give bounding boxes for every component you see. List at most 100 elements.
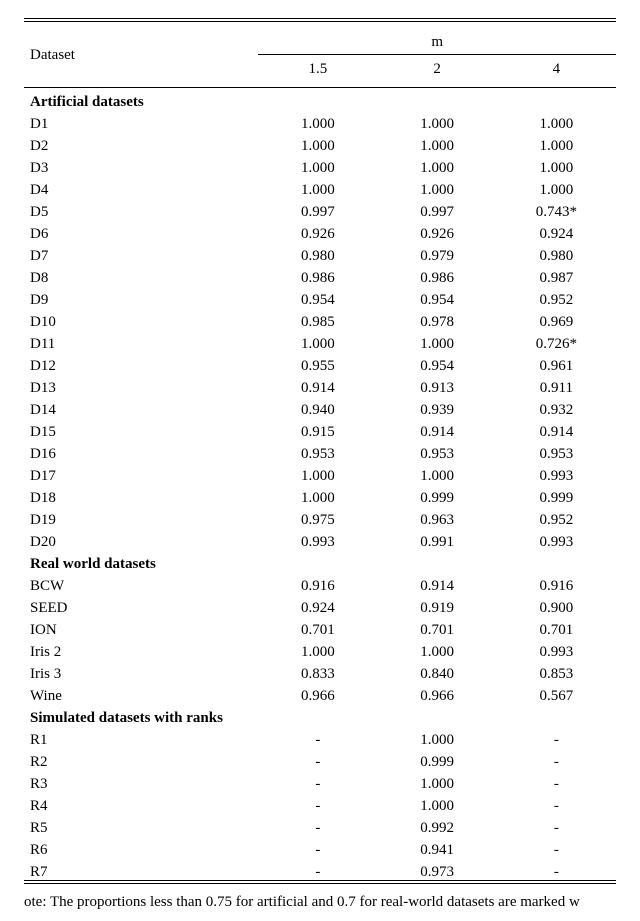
header-row-1: Dataset m bbox=[24, 28, 616, 50]
table-row: D50.9970.9970.743* bbox=[24, 198, 616, 220]
table-row: R3-1.000- bbox=[24, 770, 616, 792]
row-label: D10 bbox=[24, 308, 258, 330]
row-label: D14 bbox=[24, 396, 258, 418]
cell-value: 0.939 bbox=[378, 396, 497, 418]
cell-value: 0.973 bbox=[378, 858, 497, 881]
cell-value: - bbox=[497, 836, 616, 858]
cell-value: 0.955 bbox=[258, 352, 377, 374]
cell-value: 0.924 bbox=[258, 594, 377, 616]
cell-value: 0.701 bbox=[258, 616, 377, 638]
cell-value: - bbox=[258, 726, 377, 748]
table-row: D171.0001.0000.993 bbox=[24, 462, 616, 484]
cell-value: 1.000 bbox=[378, 462, 497, 484]
cell-value: 0.992 bbox=[378, 814, 497, 836]
cell-value: 0.993 bbox=[258, 528, 377, 550]
cell-value: 0.954 bbox=[258, 286, 377, 308]
cell-value: 0.924 bbox=[497, 220, 616, 242]
table-row: D181.0000.9990.999 bbox=[24, 484, 616, 506]
cell-value: 0.914 bbox=[258, 374, 377, 396]
cell-value: 1.000 bbox=[378, 154, 497, 176]
row-label: D5 bbox=[24, 198, 258, 220]
cell-value: 0.916 bbox=[258, 572, 377, 594]
cell-value: 0.914 bbox=[497, 418, 616, 440]
table-row: D11.0001.0001.000 bbox=[24, 110, 616, 132]
row-label: D18 bbox=[24, 484, 258, 506]
cell-value: 0.953 bbox=[258, 440, 377, 462]
cell-value: 0.966 bbox=[258, 682, 377, 704]
table-row: R2-0.999- bbox=[24, 748, 616, 770]
row-label: D12 bbox=[24, 352, 258, 374]
cell-value: - bbox=[258, 770, 377, 792]
section-header: Real world datasets bbox=[24, 550, 616, 572]
table-row: D41.0001.0001.000 bbox=[24, 176, 616, 198]
cell-value: 1.000 bbox=[258, 462, 377, 484]
cell-value: 0.979 bbox=[378, 242, 497, 264]
cell-value: - bbox=[497, 748, 616, 770]
cell-value: 0.900 bbox=[497, 594, 616, 616]
cell-value: - bbox=[497, 858, 616, 881]
cell-value: 0.932 bbox=[497, 396, 616, 418]
table-row: D100.9850.9780.969 bbox=[24, 308, 616, 330]
cell-value: 0.911 bbox=[497, 374, 616, 396]
table-row: D130.9140.9130.911 bbox=[24, 374, 616, 396]
cell-value: 0.997 bbox=[378, 198, 497, 220]
results-table: Dataset m 1.5 2 4 Artificial datasetsD11… bbox=[24, 18, 616, 884]
cell-value: 0.914 bbox=[378, 418, 497, 440]
cell-value: 1.000 bbox=[378, 638, 497, 660]
cell-value: 1.000 bbox=[378, 726, 497, 748]
table-row: D31.0001.0001.000 bbox=[24, 154, 616, 176]
cell-value: - bbox=[497, 770, 616, 792]
cell-value: 0.966 bbox=[378, 682, 497, 704]
cell-value: 0.916 bbox=[497, 572, 616, 594]
cell-value: - bbox=[258, 792, 377, 814]
table-row: D21.0001.0001.000 bbox=[24, 132, 616, 154]
cell-value: 0.969 bbox=[497, 308, 616, 330]
cell-value: 0.980 bbox=[258, 242, 377, 264]
cell-value: 0.993 bbox=[497, 462, 616, 484]
col-header-0: 1.5 bbox=[258, 55, 377, 83]
cell-value: - bbox=[258, 814, 377, 836]
cell-value: - bbox=[497, 726, 616, 748]
table-row: D150.9150.9140.914 bbox=[24, 418, 616, 440]
cell-value: 0.975 bbox=[258, 506, 377, 528]
table-row: R4-1.000- bbox=[24, 792, 616, 814]
table-row: Iris 21.0001.0000.993 bbox=[24, 638, 616, 660]
cell-value: 0.953 bbox=[497, 440, 616, 462]
cell-value: 0.993 bbox=[497, 528, 616, 550]
cell-value: 1.000 bbox=[258, 132, 377, 154]
row-label: D8 bbox=[24, 264, 258, 286]
cell-value: 0.986 bbox=[258, 264, 377, 286]
cell-value: 1.000 bbox=[378, 770, 497, 792]
table-note: ote: The proportions less than 0.75 for … bbox=[24, 894, 630, 911]
col-header-2: 4 bbox=[497, 55, 616, 83]
cell-value: 1.000 bbox=[497, 110, 616, 132]
table-row: D70.9800.9790.980 bbox=[24, 242, 616, 264]
cell-value: 0.986 bbox=[378, 264, 497, 286]
table-row: BCW0.9160.9140.916 bbox=[24, 572, 616, 594]
row-label: ION bbox=[24, 616, 258, 638]
cell-value: 1.000 bbox=[378, 330, 497, 352]
cell-value: - bbox=[497, 814, 616, 836]
row-label: D16 bbox=[24, 440, 258, 462]
table-row: Iris 30.8330.8400.853 bbox=[24, 660, 616, 682]
row-label: R7 bbox=[24, 858, 258, 881]
row-label: D4 bbox=[24, 176, 258, 198]
table-row: D140.9400.9390.932 bbox=[24, 396, 616, 418]
cell-value: 0.999 bbox=[378, 484, 497, 506]
row-label: D19 bbox=[24, 506, 258, 528]
cell-value: 0.954 bbox=[378, 286, 497, 308]
cell-value: - bbox=[497, 792, 616, 814]
cell-value: 0.940 bbox=[258, 396, 377, 418]
cell-value: 1.000 bbox=[378, 110, 497, 132]
cell-value: 1.000 bbox=[497, 132, 616, 154]
cell-value: 0.853 bbox=[497, 660, 616, 682]
table-row: D90.9540.9540.952 bbox=[24, 286, 616, 308]
col-header-1: 2 bbox=[378, 55, 497, 83]
row-label: Iris 2 bbox=[24, 638, 258, 660]
cell-value: 0.963 bbox=[378, 506, 497, 528]
cell-value: 1.000 bbox=[497, 176, 616, 198]
table-row: R7-0.973- bbox=[24, 858, 616, 881]
cell-value: 0.954 bbox=[378, 352, 497, 374]
cell-value: 0.985 bbox=[258, 308, 377, 330]
row-label: D15 bbox=[24, 418, 258, 440]
